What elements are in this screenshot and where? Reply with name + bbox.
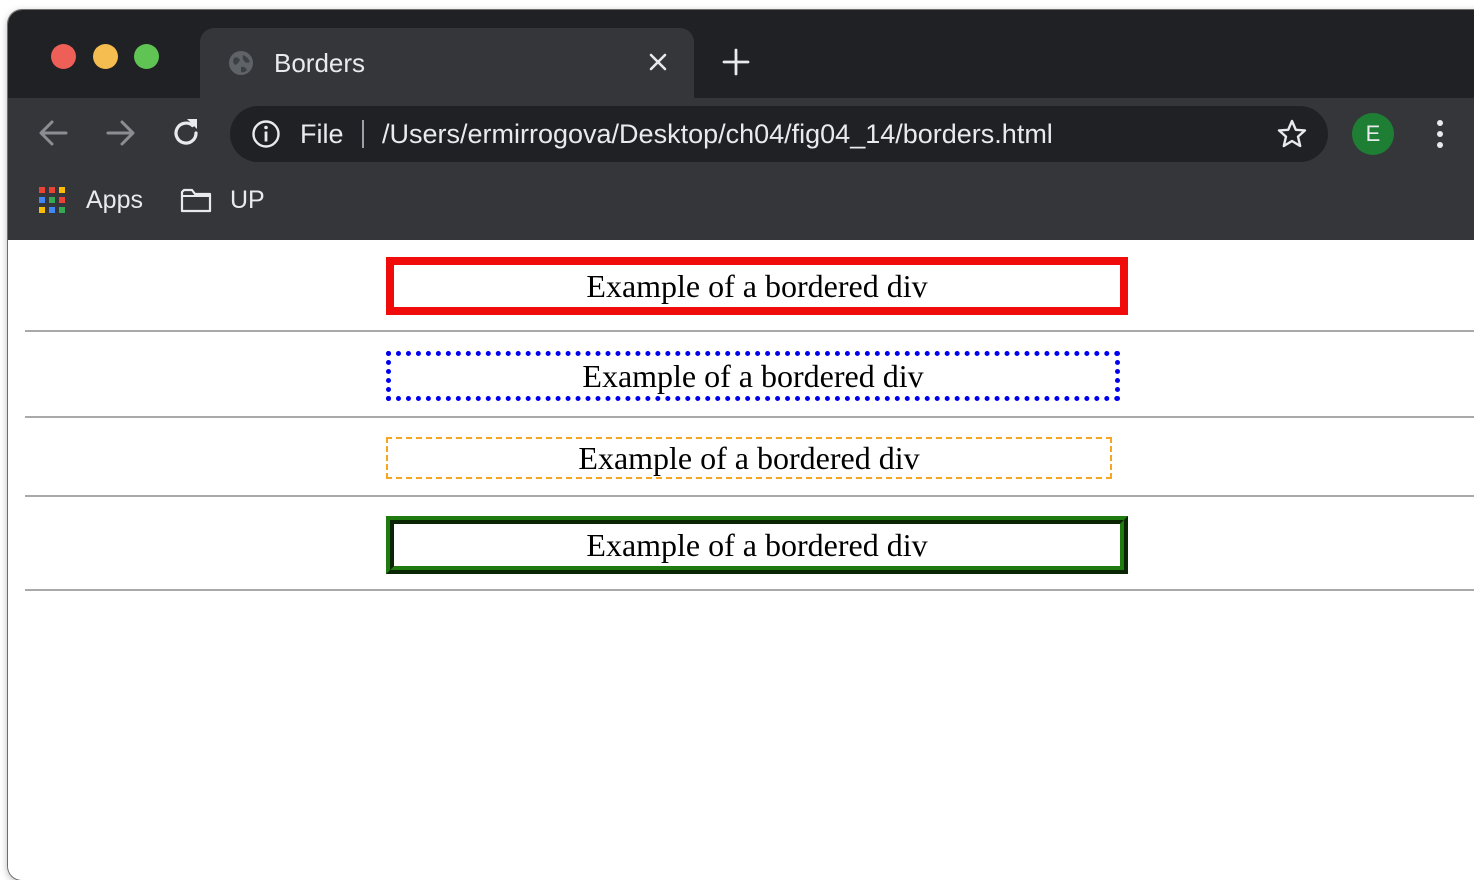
- close-icon[interactable]: [644, 48, 672, 76]
- window-close-button[interactable]: [51, 44, 76, 69]
- globe-icon: [229, 51, 253, 75]
- horizontal-rule: [25, 416, 1474, 418]
- arrow-right-icon[interactable]: [102, 115, 138, 151]
- profile-avatar[interactable]: E: [1352, 113, 1394, 155]
- star-icon[interactable]: [1276, 118, 1308, 150]
- browser-window: Borders File /Users/ermirrogova/Desktop/…: [8, 10, 1474, 880]
- horizontal-rule: [25, 589, 1474, 591]
- scheme-label: File: [300, 119, 344, 149]
- kebab-menu-icon[interactable]: [1428, 116, 1452, 152]
- horizontal-rule: [25, 495, 1474, 497]
- bordered-div-solid-red: Example of a bordered div: [386, 257, 1128, 315]
- window-maximize-button[interactable]: [134, 44, 159, 69]
- window-minimize-button[interactable]: [93, 44, 118, 69]
- tab-strip: Borders: [8, 10, 1474, 100]
- bordered-div-ridge-green: Example of a bordered div: [386, 516, 1128, 574]
- address-bar[interactable]: File /Users/ermirrogova/Desktop/ch04/fig…: [230, 106, 1328, 162]
- url-text[interactable]: /Users/ermirrogova/Desktop/ch04/fig04_14…: [382, 116, 1053, 152]
- arrow-left-icon[interactable]: [36, 115, 72, 151]
- bookmark-label: UP: [230, 186, 265, 214]
- tab-title: Borders: [274, 48, 366, 78]
- info-icon[interactable]: [250, 118, 282, 150]
- bordered-div-dashed-orange: Example of a bordered div: [386, 437, 1112, 479]
- bordered-div-dotted-blue: Example of a bordered div: [386, 351, 1120, 401]
- new-tab-button[interactable]: [720, 46, 752, 78]
- tab-borders[interactable]: Borders: [200, 28, 694, 100]
- apps-grid-icon: [39, 187, 65, 213]
- bookmark-label: Apps: [86, 186, 143, 214]
- bookmarks-bar: Apps UP: [8, 168, 1474, 241]
- page-content: Example of a bordered div Example of a b…: [8, 240, 1474, 880]
- omnibox-divider: [362, 120, 364, 148]
- browser-toolbar: File /Users/ermirrogova/Desktop/ch04/fig…: [8, 98, 1474, 168]
- reload-icon[interactable]: [168, 115, 204, 151]
- horizontal-rule: [25, 330, 1474, 332]
- folder-icon: [180, 188, 212, 213]
